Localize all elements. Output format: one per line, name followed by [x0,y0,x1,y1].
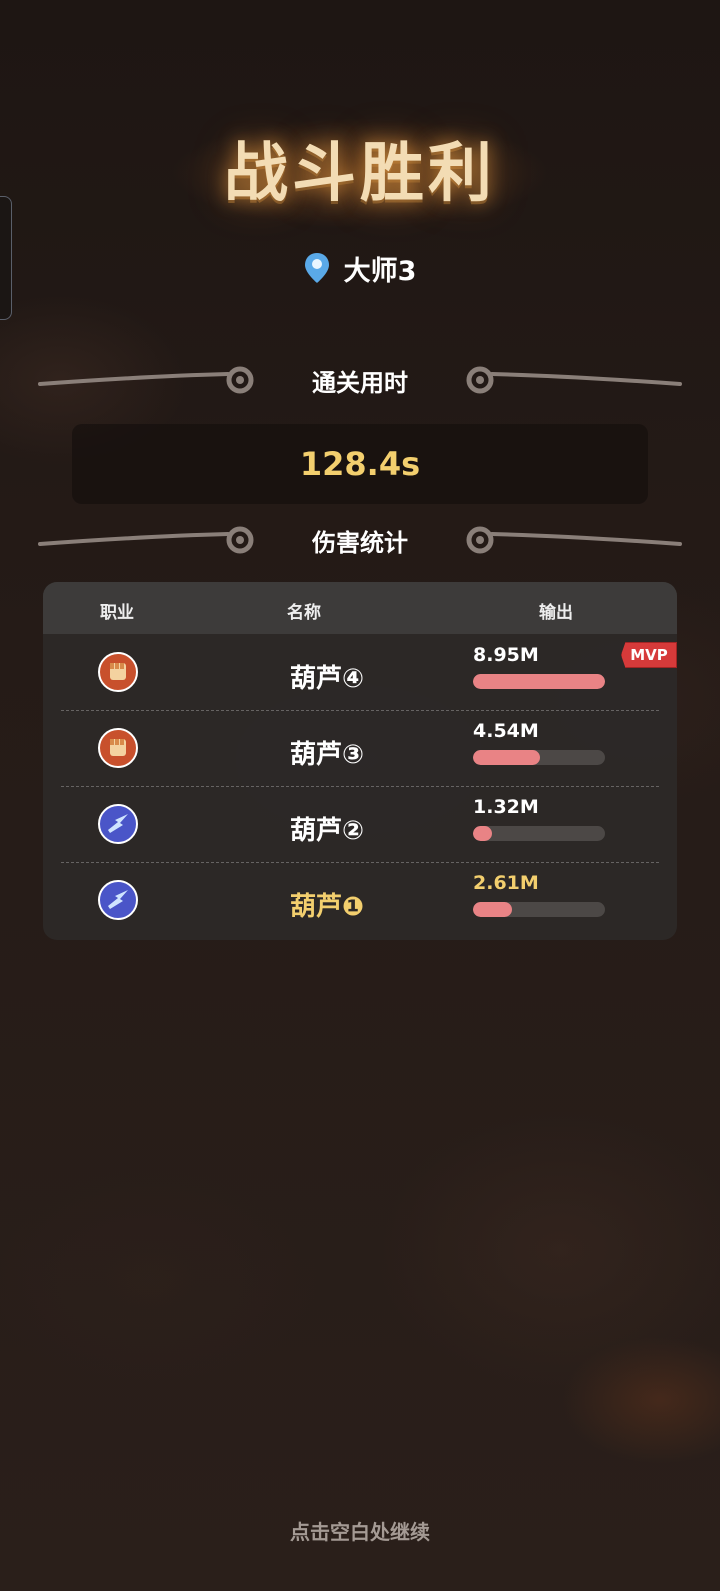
fist-icon [98,652,138,692]
damage-value: 4.54M [473,720,539,742]
column-name: 名称 [287,603,321,623]
column-output: 输出 [539,603,573,623]
column-class: 职业 [100,603,134,623]
damage-bar-fill [473,750,540,765]
damage-header: 伤害统计 [0,520,720,560]
left-cloud-ornament [38,526,254,554]
damage-bar [473,826,605,841]
victory-title: 战斗胜利 [224,137,496,211]
right-cloud-ornament [466,366,682,394]
location-label: 大师3 [343,255,417,287]
right-cloud-ornament [466,526,682,554]
damage-bar-fill [473,826,493,841]
damage-value: 1.32M [473,796,539,818]
row-divider [61,862,659,863]
row-divider [61,710,659,711]
damage-value-self: 2.61M [473,872,539,894]
fist-icon [98,728,138,768]
table-row: 葫芦④ 8.95M MVP [43,634,677,710]
row-divider [61,786,659,787]
lightning-icon [98,880,138,920]
damage-table: 职业 名称 输出 葫芦④ 8.95M MVP 葫芦③ 4.54M 葫芦② 1.3… [43,582,677,940]
clear-time-heading: 通关用时 [312,368,408,397]
table-row: 葫芦② 1.32M [43,786,677,862]
damage-heading: 伤害统计 [312,528,408,557]
damage-value: 8.95M [473,644,539,666]
damage-bar [473,750,605,765]
left-cloud-ornament [38,366,254,394]
tap-to-continue[interactable]: 点击空白处继续 [0,1516,720,1545]
player-name-self: 葫芦❶ [289,892,364,922]
mvp-badge: MVP [621,642,677,668]
player-name: 葫芦④ [289,664,364,694]
damage-bar [473,902,605,917]
location-pin-icon [304,253,329,283]
damage-bar [473,674,605,689]
table-header: 职业 名称 输出 [43,582,677,634]
table-row: 葫芦③ 4.54M [43,710,677,786]
damage-bar-fill [473,902,512,917]
lightning-icon [98,804,138,844]
player-name: 葫芦② [289,816,364,846]
clear-time-value: 128.4s [72,424,648,504]
player-name: 葫芦③ [289,740,364,770]
table-row: 葫芦❶ 2.61M [43,862,677,938]
damage-bar-fill [473,674,605,689]
clear-time-header: 通关用时 [0,360,720,400]
location-row: 大师3 [0,248,720,288]
